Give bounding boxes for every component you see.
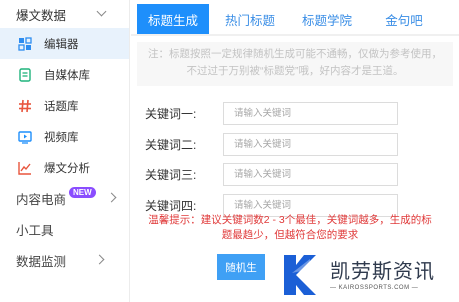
chevron-right-icon — [106, 192, 117, 203]
video-icon — [18, 130, 32, 144]
warm-tip: 温馨提示：建议关键词数2 - 3个最佳，关键词越多，生成的标题最趋少，但越符合您… — [148, 214, 432, 241]
sidebar-group-label: 爆文数据 — [16, 8, 67, 23]
sidebar-item-media-library[interactable]: 自媒体库 — [0, 59, 129, 90]
keyword-label: 关键词一: — [145, 107, 197, 121]
watermark: 凯劳斯资讯 — KAIROSSPORTS.COM — — [270, 248, 459, 302]
sidebar-item-label: 编辑器 — [44, 38, 79, 51]
watermark-brand: 凯劳斯资讯 — [330, 259, 435, 283]
tab-golden-quotes[interactable]: 金句吧 — [368, 4, 440, 34]
watermark-text: 凯劳斯资讯 — KAIROSSPORTS.COM — — [330, 259, 435, 291]
notice-text: 注：标题按照一定规律随机生成可能不通畅，仅做为参考使用，不过过于万别被“标题党”… — [137, 42, 453, 86]
sidebar-item-label: 爆文分析 — [44, 162, 90, 175]
editor-icon — [18, 36, 32, 51]
chevron-down-icon — [96, 6, 107, 17]
keyword-input-2[interactable] — [223, 132, 398, 156]
sidebar-item-label: 小工具 — [16, 224, 54, 238]
sidebar: 爆文数据 编辑器 自媒体库 话题库 视频库 爆文分析 内容电商 NEW 小工具 … — [0, 0, 130, 302]
keyword-row: 关键词一: — [145, 102, 459, 125]
tab-title-generate[interactable]: 标题生成 — [137, 4, 209, 34]
random-generate-button[interactable]: 随机生 — [217, 254, 265, 280]
sidebar-item-tools[interactable]: 小工具 — [0, 214, 129, 245]
watermark-domain: — KAIROSSPORTS.COM — — [330, 285, 419, 291]
media-library-icon — [18, 67, 32, 82]
sidebar-item-data-monitor[interactable]: 数据监测 — [0, 245, 129, 276]
tab-bar: 标题生成 热门标题 标题学院 金句吧 — [131, 0, 459, 36]
hashtag-icon — [18, 99, 32, 113]
sidebar-item-label: 内容电商 — [16, 193, 67, 207]
sidebar-group-viral-data[interactable]: 爆文数据 — [0, 0, 129, 28]
sidebar-item-label: 视频库 — [44, 131, 79, 144]
sidebar-item-content-ecommerce[interactable]: 内容电商 NEW — [0, 183, 129, 214]
keyword-label: 关键词二: — [145, 137, 197, 152]
keyword-input-3[interactable] — [223, 163, 398, 186]
chevron-right-icon — [94, 254, 105, 265]
chart-icon — [18, 161, 32, 175]
keyword-form: 关键词一: 关键词二: 关键词三: 关键词四: — [131, 102, 459, 217]
sidebar-item-label: 自媒体库 — [44, 69, 90, 82]
keyword-label: 关键词四: — [145, 198, 197, 213]
sidebar-item-topic-library[interactable]: 话题库 — [0, 90, 129, 121]
tab-title-academy[interactable]: 标题学院 — [291, 4, 363, 34]
sidebar-item-video-library[interactable]: 视频库 — [0, 121, 129, 152]
keyword-input-1[interactable] — [223, 102, 398, 125]
sidebar-item-label: 数据监测 — [16, 255, 67, 269]
sidebar-item-editor[interactable]: 编辑器 — [0, 28, 129, 59]
kairos-logo-icon — [284, 255, 316, 295]
sidebar-item-label: 话题库 — [44, 100, 79, 113]
keyword-label: 关键词三: — [145, 168, 197, 182]
keyword-row: 关键词三: — [145, 163, 459, 186]
sidebar-item-viral-analysis[interactable]: 爆文分析 — [0, 152, 129, 183]
tab-hot-titles[interactable]: 热门标题 — [214, 4, 286, 34]
new-badge: NEW — [69, 187, 96, 198]
keyword-row: 关键词二: — [145, 132, 459, 156]
